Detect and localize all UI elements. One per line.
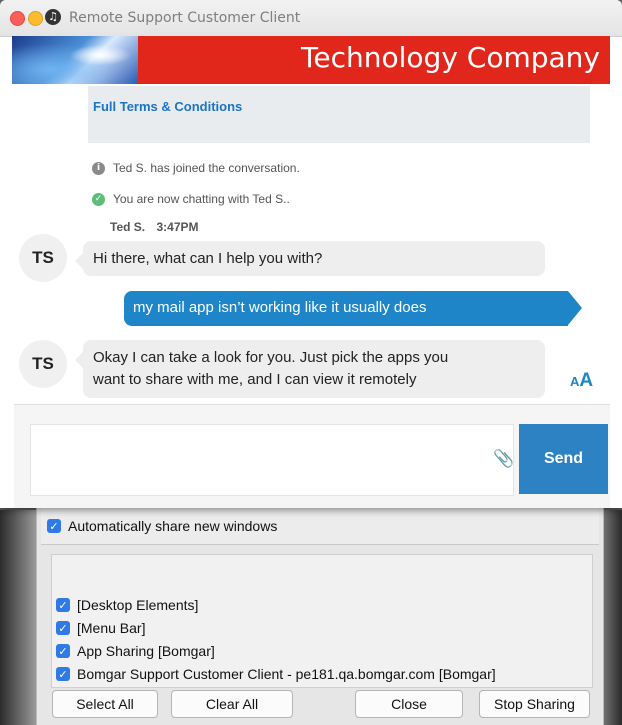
close-button[interactable]: Close — [355, 690, 463, 718]
message-input[interactable] — [30, 424, 514, 496]
terms-panel: Full Terms & Conditions — [88, 86, 590, 143]
checkbox[interactable]: ✓ — [56, 598, 70, 612]
compose-area: 📎 Send — [14, 404, 610, 508]
avatar: TS — [19, 340, 67, 388]
outgoing-message: my mail app isn’t working like it usuall… — [124, 291, 582, 326]
checkbox[interactable]: ✓ — [56, 667, 70, 681]
font-size-small-icon: A — [570, 374, 580, 389]
headset-icon: ♫ — [45, 9, 61, 25]
message-text-line: want to share with me, and I can view it… — [93, 371, 417, 388]
stop-sharing-button[interactable]: Stop Sharing — [479, 690, 590, 718]
list-item-label: App Sharing [Bomgar] — [77, 643, 215, 659]
message-meta: Ted S. 3:47PM — [110, 220, 199, 234]
checkbox[interactable]: ✓ — [56, 621, 70, 635]
paperclip-icon[interactable]: 📎 — [493, 449, 514, 469]
shared-apps-list: ✓ [Desktop Elements] ✓ [Menu Bar] ✓ App … — [51, 554, 593, 688]
auto-share-bar: ✓ Automatically share new windows — [41, 508, 599, 545]
desktop-background-left — [0, 510, 36, 725]
company-banner: Technology Company — [12, 36, 610, 84]
message-text-line: Okay I can take a look for you. Just pic… — [93, 349, 449, 366]
company-name: Technology Company — [301, 41, 600, 74]
check-icon: ✓ — [92, 192, 105, 206]
window-close-button[interactable] — [10, 11, 25, 26]
info-icon: i — [92, 161, 105, 175]
list-item-label: Bomgar Support Customer Client - pe181.q… — [77, 666, 496, 682]
app-sharing-panel: ✓ Automatically share new windows ✓ [Des… — [36, 508, 604, 725]
terms-link[interactable]: Full Terms & Conditions — [93, 99, 242, 114]
message-time: 3:47PM — [156, 220, 199, 234]
auto-share-row[interactable]: ✓ Automatically share new windows — [47, 518, 277, 534]
send-button[interactable]: Send — [519, 424, 608, 494]
clear-all-button[interactable]: Clear All — [171, 690, 293, 718]
list-item-label: [Menu Bar] — [77, 620, 146, 636]
avatar: TS — [19, 234, 67, 282]
auto-share-label: Automatically share new windows — [68, 518, 278, 534]
incoming-message: Hi there, what can I help you with? — [75, 241, 545, 276]
list-item[interactable]: ✓ App Sharing [Bomgar] — [56, 643, 215, 659]
checkbox[interactable]: ✓ — [56, 644, 70, 658]
message-text: Hi there, what can I help you with? — [93, 250, 323, 267]
list-item[interactable]: ✓ [Menu Bar] — [56, 620, 145, 636]
font-size-large-icon: A — [579, 370, 594, 391]
system-message: i Ted S. has joined the conversation. — [92, 161, 300, 175]
system-message-text: You are now chatting with Ted S.. — [113, 192, 290, 206]
font-size-toggle[interactable]: A A — [570, 370, 593, 392]
chat-window: ♫ Remote Support Customer Client Technol… — [0, 0, 622, 508]
system-message: ✓ You are now chatting with Ted S.. — [92, 192, 290, 206]
sender-name: Ted S. — [110, 220, 146, 234]
system-message-text: Ted S. has joined the conversation. — [113, 161, 300, 175]
title-bar: ♫ Remote Support Customer Client — [0, 0, 622, 37]
window-minimize-button[interactable] — [28, 11, 43, 26]
message-text: my mail app isn’t working like it usuall… — [133, 299, 427, 316]
incoming-message: Okay I can take a look for you. Just pic… — [75, 340, 545, 398]
window-title: Remote Support Customer Client — [69, 10, 301, 26]
auto-share-checkbox[interactable]: ✓ — [47, 519, 61, 533]
list-item[interactable]: ✓ [Desktop Elements] — [56, 597, 198, 613]
list-item[interactable]: ✓ Bomgar Support Customer Client - pe181… — [56, 666, 496, 682]
brand-logo-image — [12, 36, 138, 84]
list-item-label: [Desktop Elements] — [77, 597, 199, 613]
select-all-button[interactable]: Select All — [52, 690, 158, 718]
